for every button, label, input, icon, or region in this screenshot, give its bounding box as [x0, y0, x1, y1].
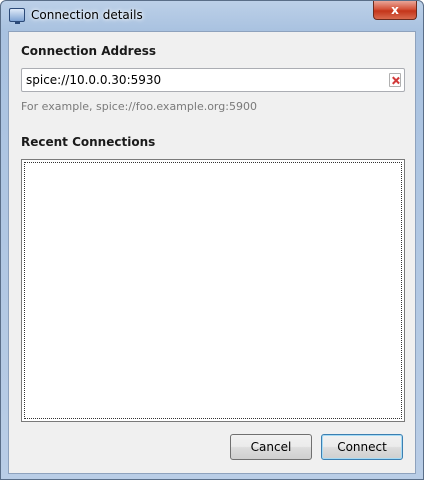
recent-connections-label: Recent Connections: [21, 135, 155, 149]
dialog-content: Connection Address For example, spice://…: [8, 31, 416, 474]
address-hint: For example, spice://foo.example.org:590…: [21, 100, 257, 113]
title-bar[interactable]: Connection details x: [1, 1, 423, 31]
close-button[interactable]: x: [373, 1, 417, 20]
recent-connections-focus-rect: [24, 162, 402, 419]
recent-connections-label-text: Recent Connections: [21, 135, 156, 149]
connection-dialog: Connection details x Connection Address …: [0, 0, 424, 480]
connect-button[interactable]: Connect: [321, 434, 403, 460]
connection-address-label-text: Connection Address: [21, 44, 157, 58]
recent-connections-list[interactable]: [21, 159, 405, 422]
window-title: Connection details: [31, 8, 143, 22]
monitor-icon: [9, 8, 25, 24]
connection-address-input[interactable]: [21, 68, 405, 92]
cancel-button[interactable]: Cancel: [230, 434, 312, 460]
connection-address-label: Connection Address: [21, 44, 156, 58]
clear-icon[interactable]: [389, 73, 401, 87]
